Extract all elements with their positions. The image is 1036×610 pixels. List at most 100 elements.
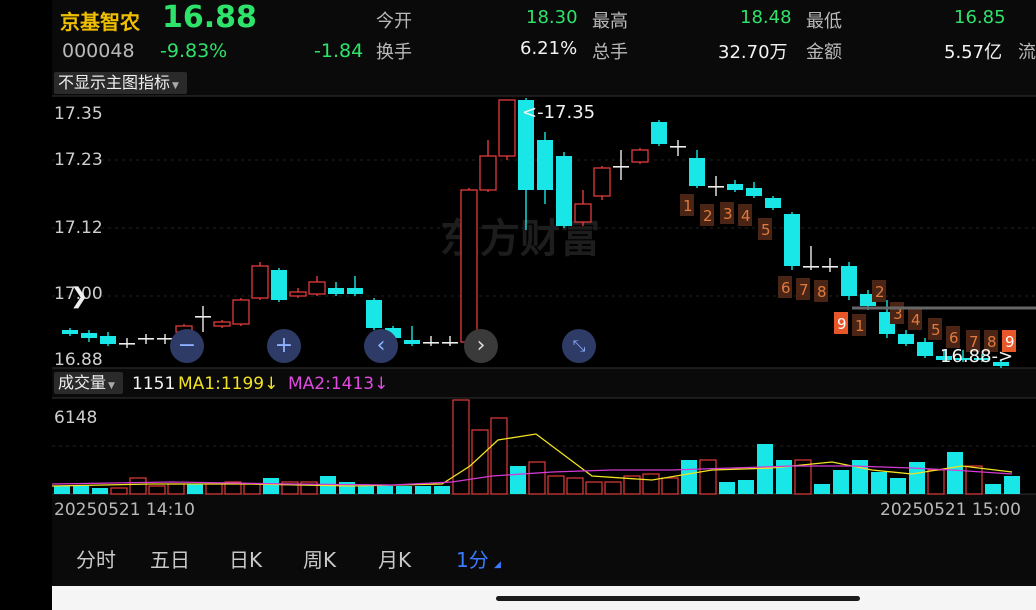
candle: [81, 333, 97, 338]
kline-chart[interactable]: 东方财富 12 3 456 7 89 123 45 6 7 8 9: [52, 0, 1036, 530]
candle: [213, 321, 231, 327]
ma1-value: MA1:1199↓: [178, 374, 279, 394]
zoom-in-button[interactable]: +: [267, 329, 301, 363]
scroll-left-icon[interactable]: ❯: [70, 284, 88, 309]
collapse-arrows-icon: ⤡: [572, 336, 586, 355]
candle: [593, 167, 611, 197]
candle: [822, 266, 838, 268]
candle: [289, 291, 307, 297]
sequence-marker: 6: [781, 279, 791, 297]
tab-five-day[interactable]: 五日: [150, 544, 190, 573]
tab-one-minute[interactable]: 1分: [456, 544, 489, 573]
candle: [195, 316, 211, 318]
candle: [670, 146, 686, 148]
period-tabs: 分时 五日 日K 周K 月K 1分 ◢: [52, 530, 1036, 586]
volume-bar: [54, 486, 70, 494]
candle: [708, 186, 724, 188]
candle: [251, 265, 269, 299]
plus-icon: +: [274, 333, 294, 358]
volume-bar: [148, 485, 166, 495]
candle: [631, 149, 649, 163]
volume-bar: [871, 472, 887, 494]
candle: [765, 198, 781, 208]
volume-bar: [510, 466, 526, 494]
candle: [727, 184, 743, 190]
volume-bar: [661, 477, 679, 495]
candle: [62, 330, 78, 334]
tab-minute-line[interactable]: 分时: [76, 544, 116, 573]
candle: [803, 266, 819, 268]
main-indicator-toggle[interactable]: 不显示主图指标 ▼: [54, 72, 187, 94]
corner-caret-icon: ◢: [494, 560, 501, 570]
volume-bar: [738, 480, 754, 494]
volume-bar: [490, 417, 508, 495]
volume-bar: [187, 484, 203, 494]
tab-weekly-k[interactable]: 周K: [303, 544, 336, 573]
pan-right-button[interactable]: ›: [464, 329, 498, 363]
y-label-1712: 17.12: [54, 218, 103, 238]
y-label-1723: 17.23: [54, 150, 103, 170]
volume-bar: [92, 488, 108, 494]
collapse-button[interactable]: ⤡: [562, 329, 596, 363]
volume-bar: [396, 486, 412, 494]
volume-bar: [776, 460, 792, 494]
candle: [613, 166, 629, 168]
volume-bar: [852, 460, 868, 494]
candle: [498, 99, 516, 157]
volume-indicator-label: 成交量: [58, 373, 107, 392]
pan-left-button[interactable]: ‹: [364, 329, 398, 363]
volume-max-label: 6148: [54, 408, 98, 428]
volume-indicator-toggle[interactable]: 成交量 ▼: [54, 372, 123, 394]
volume-bar: [205, 483, 223, 495]
time-axis-end: 20250521 15:00: [880, 500, 1021, 520]
time-axis-start: 20250521 14:10: [54, 500, 195, 520]
sequence-marker: 5: [931, 321, 941, 339]
volume-bar: [110, 487, 128, 495]
candle: [271, 270, 287, 300]
tab-monthly-k[interactable]: 月K: [378, 544, 411, 573]
tab-daily-k[interactable]: 日K: [229, 544, 262, 573]
sequence-marker: 3: [723, 205, 733, 223]
arrow-down-icon: ↓: [264, 374, 279, 394]
candle: [308, 281, 326, 295]
volume-bar: [73, 486, 89, 494]
candle: [328, 288, 344, 294]
candle: [138, 338, 154, 340]
volume-bar: [985, 484, 1001, 494]
volume-bar: [642, 473, 660, 495]
candle: [689, 158, 705, 186]
volume-bar: [681, 460, 697, 494]
zoom-out-button[interactable]: −: [170, 329, 204, 363]
candle: [232, 299, 250, 325]
volume-bar: [528, 461, 546, 495]
home-indicator[interactable]: [496, 596, 860, 601]
volume-bar: [604, 481, 622, 495]
volume-bar: [927, 469, 945, 495]
candle: [442, 342, 458, 344]
chevron-down-icon: ▼: [172, 81, 179, 91]
home-indicator-area: [52, 586, 1036, 610]
sequence-marker: 8: [817, 283, 827, 301]
volume-bar: [833, 470, 849, 494]
chevron-down-icon: ▼: [108, 381, 115, 391]
sequence-marker: 4: [911, 311, 921, 329]
candle: [460, 189, 478, 343]
candle: [746, 188, 762, 196]
candle: [404, 340, 420, 344]
sequence-marker: 5: [761, 221, 771, 239]
volume-bar: [566, 477, 584, 495]
candle: [100, 336, 116, 344]
candle: [347, 288, 363, 294]
minus-icon: −: [177, 333, 197, 358]
sequence-marker: 2: [703, 207, 713, 225]
volume-bar: [434, 486, 450, 494]
app-frame: 京基智农 16.88 000048 -9.83% -1.84 今开 18.30 …: [52, 0, 1036, 610]
volume-bar: [699, 459, 717, 495]
ma2-value: MA2:1413↓: [288, 374, 389, 394]
candle: [537, 140, 553, 190]
candle: [366, 300, 382, 328]
candle: [784, 214, 800, 266]
candle: [841, 266, 857, 296]
sequence-marker: 9: [837, 315, 847, 333]
volume-bar: [263, 478, 279, 494]
